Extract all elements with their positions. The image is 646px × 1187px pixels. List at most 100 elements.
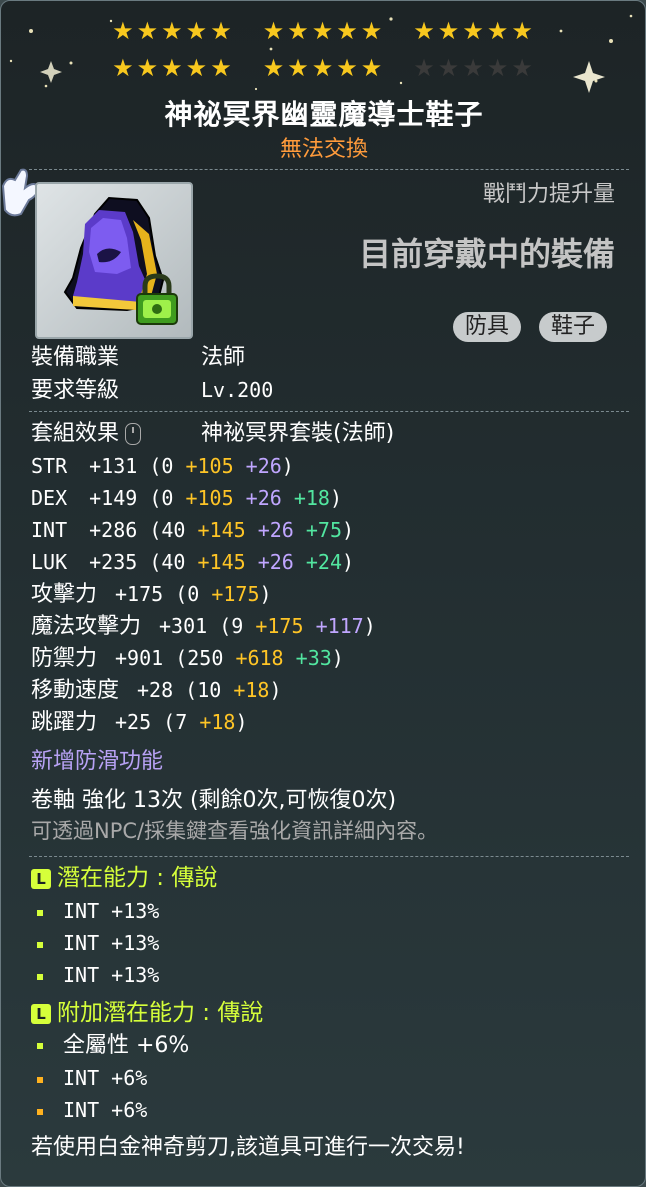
star-group: ★★★★★	[263, 17, 386, 45]
star-filled-icon: ★	[336, 17, 361, 45]
trade-status: 無法交換	[279, 137, 368, 162]
star-filled-icon: ★	[262, 17, 288, 45]
level-label: 要求等級	[31, 378, 120, 403]
stat-name: LUK	[31, 550, 68, 574]
stat-row: DEX +149 (0 +105 +26 +18)	[31, 483, 342, 514]
star-filled-icon: ★	[262, 54, 288, 82]
star-filled-icon: ★	[161, 17, 186, 45]
star-filled-icon: ★	[336, 54, 361, 82]
star-filled-icon: ★	[136, 54, 162, 82]
star-filled-icon: ★	[136, 17, 162, 45]
star-empty-icon: ★	[486, 54, 512, 82]
star-group: ★★★★★	[413, 17, 536, 45]
potential-title: 潛在能力 : 傳說	[57, 865, 218, 891]
stat-value: +25 (7 +18)	[115, 710, 248, 734]
star-group: ★★★★★	[263, 54, 386, 82]
stat-row: INT +286 (40 +145 +26 +75)	[31, 515, 354, 546]
star-filled-icon: ★	[287, 17, 312, 45]
star-force-row-1: ★★★★★ ★★★★★ ★★★★★	[1, 17, 645, 45]
star-filled-icon: ★	[161, 54, 186, 82]
star-filled-icon: ★	[360, 17, 386, 45]
stat-value: +28 (10 +18)	[137, 678, 282, 702]
star-filled-icon: ★	[210, 54, 235, 82]
star-group: ★★★★★	[413, 54, 536, 82]
star-filled-icon: ★	[511, 17, 536, 45]
stat-name: 防禦力	[31, 646, 98, 671]
divider	[29, 856, 629, 857]
stat-name: 移動速度	[31, 678, 120, 703]
stat-value: +901 (250 +618 +33)	[115, 646, 344, 670]
stat-name: INT	[31, 518, 68, 542]
category-tag-shoes: 鞋子	[539, 312, 608, 342]
legendary-grade-icon: L	[31, 1004, 51, 1024]
star-filled-icon: ★	[112, 54, 137, 82]
star-empty-icon: ★	[511, 54, 536, 82]
divider	[29, 169, 629, 170]
lock-icon	[136, 273, 178, 325]
stat-value: +301 (9 +175 +117)	[159, 614, 376, 638]
stat-row: LUK +235 (40 +145 +26 +24)	[31, 547, 354, 578]
set-effect-row: 套組效果 神祕冥界套裝(法師)	[31, 419, 394, 449]
job-label: 裝備職業	[31, 345, 120, 370]
star-filled-icon: ★	[311, 54, 337, 82]
stat-value: +235 (40 +145 +26 +24)	[89, 550, 355, 574]
stat-value: +175 (0 +175)	[115, 582, 272, 606]
level-value: Lv.200	[201, 378, 274, 402]
category-tag-armor: 防具	[453, 312, 522, 342]
stat-row: 魔法攻擊力 +301 (9 +175 +117)	[31, 611, 376, 642]
stat-value: +286 (40 +145 +26 +75)	[89, 518, 355, 542]
star-filled-icon: ★	[413, 17, 438, 45]
scroll-upgrade-line: 卷軸 強化 13次 (剩餘0次,可恢復0次)	[31, 788, 397, 813]
star-empty-icon: ★	[413, 54, 438, 82]
bonus-potential-header: L 附加潛在能力 : 傳說	[31, 998, 263, 1029]
stat-value: +149 (0 +105 +26 +18)	[89, 486, 343, 510]
stat-name: DEX	[31, 486, 68, 510]
star-group: ★★★★★	[112, 54, 235, 82]
combat-power-label: 戰鬥力提升量	[482, 182, 615, 207]
legendary-grade-icon: L	[31, 869, 51, 889]
potential-line: INT +13%	[37, 928, 159, 958]
stat-value: +131 (0 +105 +26)	[89, 454, 294, 478]
star-filled-icon: ★	[311, 17, 337, 45]
star-filled-icon: ★	[185, 54, 211, 82]
anti-slip-text: 新增防滑功能	[31, 749, 164, 774]
star-filled-icon: ★	[437, 17, 463, 45]
item-tooltip: ★★★★★ ★★★★★ ★★★★★ ★★★★★ ★★★★★ ★★★★★ 神祕冥界幽靈魔導…	[0, 0, 646, 1187]
bonus-potential-line: INT +6%	[37, 1095, 147, 1125]
sparkle-background	[9, 14, 633, 93]
stat-row: 防禦力 +901 (250 +618 +33)	[31, 643, 344, 674]
equipped-status: 目前穿戴中的裝備	[358, 235, 615, 273]
potential-header: L 潛在能力 : 傳說	[31, 863, 217, 894]
stat-name: 攻擊力	[31, 582, 98, 607]
level-row: 要求等級 Lv.200	[31, 375, 273, 406]
potential-line: INT +13%	[37, 896, 159, 926]
stat-name: 跳躍力	[31, 710, 98, 735]
bonus-potential-line: 全屬性 +6%	[37, 1031, 189, 1061]
divider	[29, 411, 629, 412]
star-group: ★★★★★	[112, 17, 235, 45]
stat-name: STR	[31, 454, 68, 478]
item-icon-frame	[35, 182, 193, 339]
star-filled-icon: ★	[462, 17, 487, 45]
star-filled-icon: ★	[112, 17, 137, 45]
star-filled-icon: ★	[185, 17, 211, 45]
stat-row: STR +131 (0 +105 +26)	[31, 451, 294, 482]
bonus-potential-title: 附加潛在能力 : 傳說	[57, 1000, 264, 1026]
star-filled-icon: ★	[210, 17, 235, 45]
star-filled-icon: ★	[486, 17, 512, 45]
scroll-hint: 可透過NPC/採集鍵查看強化資訊詳細內容。	[31, 819, 439, 843]
stat-row: 跳躍力 +25 (7 +18)	[31, 707, 247, 738]
stat-row: 移動速度 +28 (10 +18)	[31, 675, 282, 706]
mouse-icon	[125, 423, 142, 445]
star-force-row-2: ★★★★★ ★★★★★ ★★★★★	[1, 54, 645, 82]
set-effect-label: 套組效果	[31, 421, 120, 446]
star-filled-icon: ★	[287, 54, 312, 82]
potential-line: INT +13%	[37, 960, 159, 990]
scissors-notice: 若使用白金神奇剪刀,該道具可進行一次交易!	[31, 1135, 465, 1160]
bonus-potential-line: INT +6%	[37, 1063, 147, 1093]
stat-row: 攻擊力 +175 (0 +175)	[31, 579, 272, 610]
set-effect-value: 神祕冥界套裝(法師)	[201, 421, 395, 446]
star-filled-icon: ★	[360, 54, 386, 82]
item-name: 神祕冥界幽靈魔導士鞋子	[164, 98, 484, 131]
stat-name: 魔法攻擊力	[31, 614, 142, 639]
